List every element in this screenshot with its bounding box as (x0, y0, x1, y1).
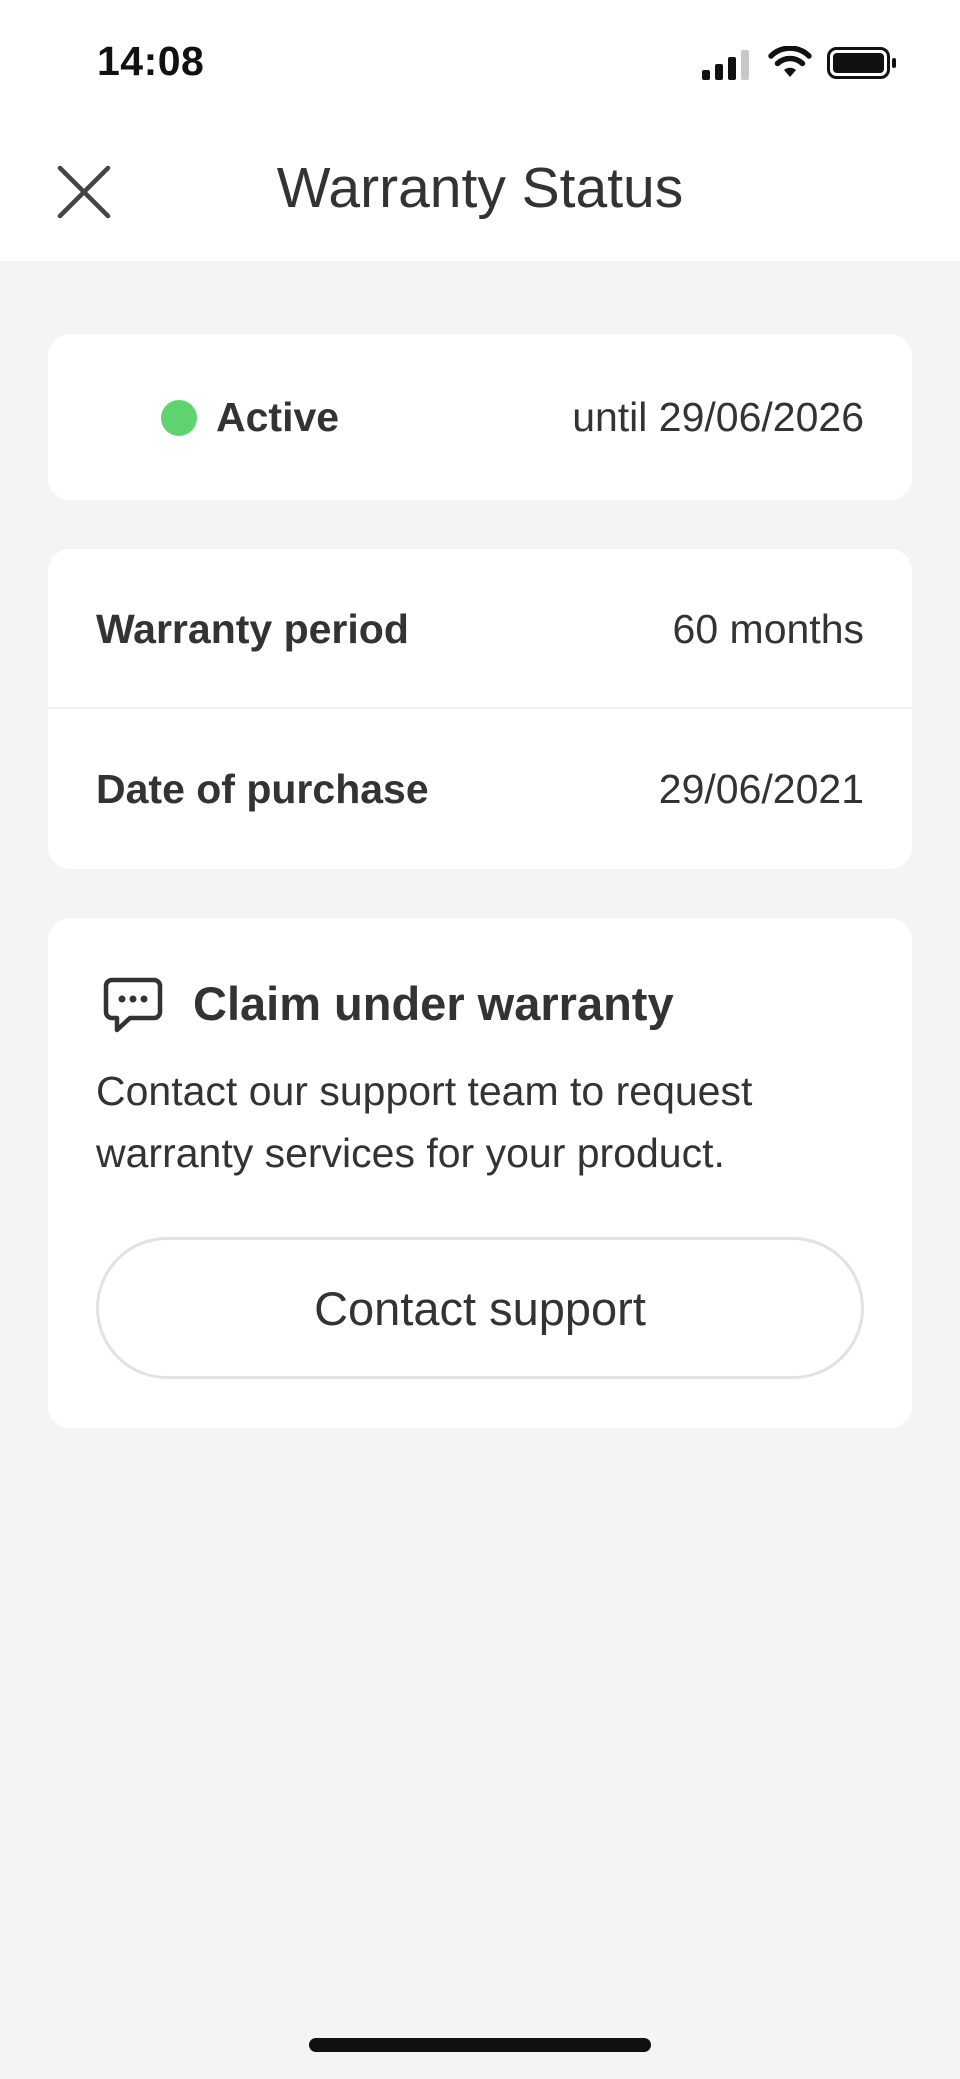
detail-value: 29/06/2021 (658, 766, 864, 812)
status-bar-time: 14:08 (97, 38, 205, 84)
page-title: Warranty Status (276, 156, 684, 220)
header: 14:08 Warranty Status (0, 0, 960, 261)
home-indicator[interactable] (309, 2038, 651, 2052)
warranty-status-card: Active until 29/06/2026 (48, 334, 912, 500)
wifi-icon (768, 46, 812, 77)
status-expiry-date: until 29/06/2026 (572, 394, 864, 440)
detail-row-date-of-purchase: Date of purchase 29/06/2021 (48, 709, 912, 869)
claim-warranty-card: Claim under warranty Contact our support… (48, 918, 912, 1428)
claim-title: Claim under warranty (193, 977, 674, 1030)
detail-label: Warranty period (96, 606, 409, 652)
signal-icon (702, 50, 749, 80)
status-indicator-dot (161, 400, 197, 436)
claim-description: Contact our support team to request warr… (96, 1068, 753, 1176)
status-bar: 14:08 (0, 0, 960, 120)
detail-label: Date of purchase (96, 766, 429, 812)
battery-icon (827, 47, 896, 79)
warranty-details-card: Warranty period 60 months Date of purcha… (48, 549, 912, 869)
status-label: Active (216, 394, 340, 440)
contact-support-button[interactable]: Contact support (96, 1237, 864, 1379)
detail-row-warranty-period: Warranty period 60 months (48, 549, 912, 709)
chat-bubble-icon (103, 977, 163, 1033)
detail-value: 60 months (672, 606, 864, 652)
